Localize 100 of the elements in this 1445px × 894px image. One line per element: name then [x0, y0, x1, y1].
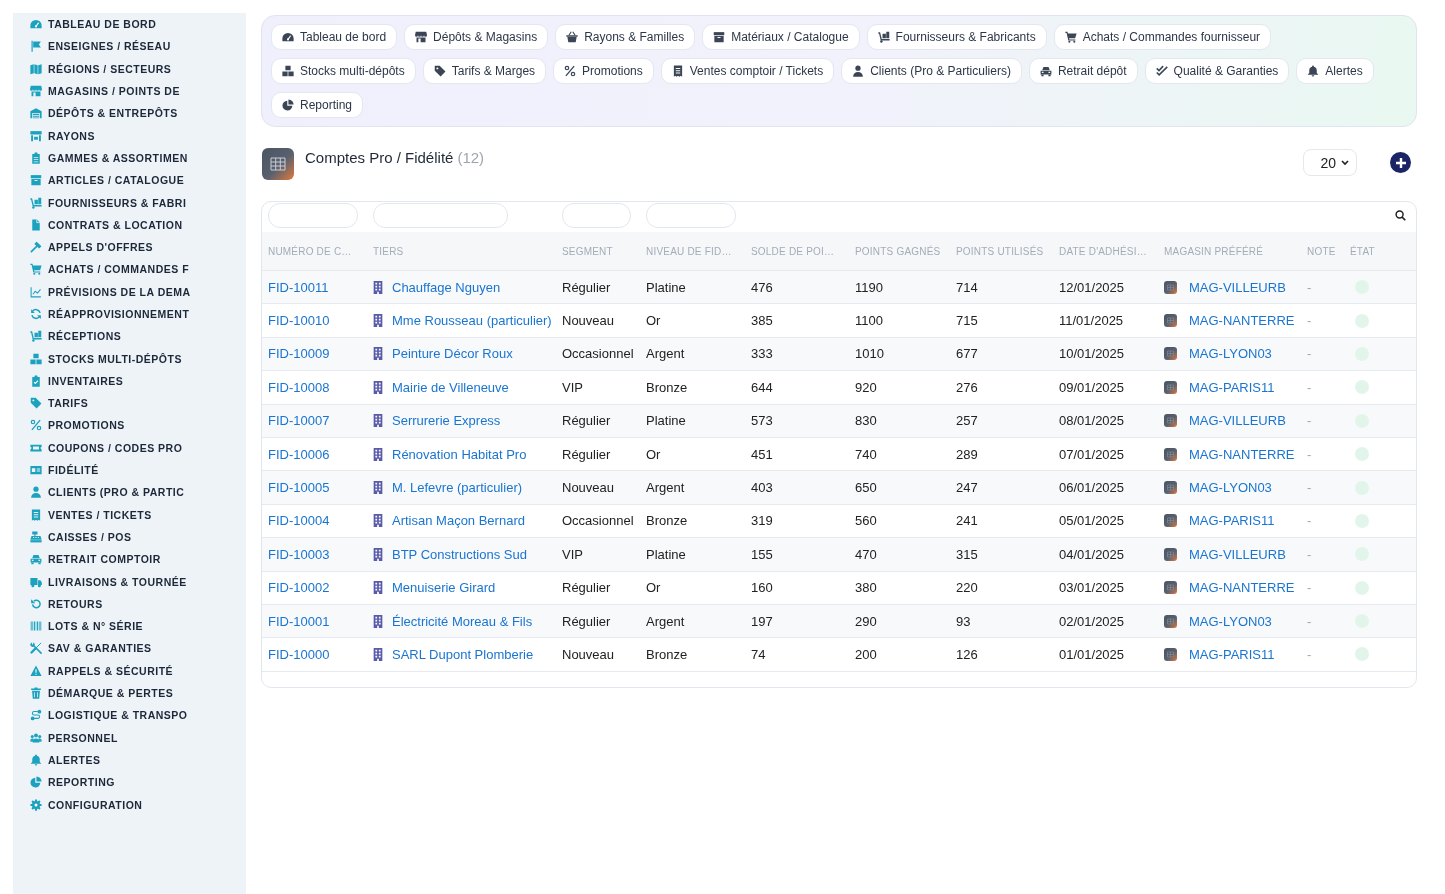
- menu-chip[interactable]: Dépôts & Magasins: [404, 24, 549, 50]
- sidebar-item[interactable]: CLIENTS (PRO & PARTIC: [30, 481, 185, 504]
- search-icon[interactable]: [1395, 210, 1406, 221]
- client-link[interactable]: Chauffage Nguyen: [392, 279, 501, 295]
- sidebar-item[interactable]: RAYONS: [30, 124, 95, 147]
- store-link[interactable]: MAG-PARIS11: [1189, 379, 1275, 395]
- user-icon: [852, 65, 865, 77]
- menu-chip[interactable]: Fournisseurs & Fabricants: [866, 24, 1047, 50]
- page-size-select[interactable]: 20: [1303, 149, 1357, 176]
- sidebar-item[interactable]: COUPONS / CODES PRO: [30, 436, 183, 459]
- sidebar-item[interactable]: PERSONNEL: [30, 726, 118, 749]
- store-link[interactable]: MAG-LYON03: [1189, 346, 1272, 362]
- menu-chip[interactable]: Tableau de bord: [271, 24, 398, 50]
- sidebar-item[interactable]: CONTRATS & LOCATION: [30, 213, 183, 236]
- record-link[interactable]: FID-10007: [268, 413, 330, 429]
- client-link[interactable]: M. Lefevre (particulier): [392, 480, 523, 496]
- sidebar-item[interactable]: CAISSES / POS: [30, 525, 132, 549]
- sidebar-item[interactable]: PROMOTIONS: [30, 414, 125, 437]
- record-link[interactable]: FID-10002: [268, 580, 330, 596]
- sidebar-item[interactable]: MAGASINS / POINTS DE: [30, 79, 180, 103]
- menu-chip[interactable]: Clients (Pro & Particuliers): [841, 58, 1022, 84]
- record-link[interactable]: FID-10011: [268, 279, 329, 295]
- sidebar-item[interactable]: SAV & GARANTIES: [30, 637, 152, 660]
- sidebar-item[interactable]: GAMMES & ASSORTIMEN: [30, 146, 188, 170]
- record-link[interactable]: FID-10003: [268, 546, 330, 562]
- menu-chip[interactable]: Alertes: [1296, 58, 1374, 84]
- status-dot-icon: [1355, 447, 1369, 462]
- filter-field[interactable]: [268, 203, 358, 228]
- record-link[interactable]: FID-10005: [268, 480, 330, 496]
- client-link[interactable]: Peinture Décor Roux: [392, 346, 513, 362]
- store-thumbnail-icon: [1164, 414, 1177, 428]
- store-link[interactable]: MAG-PARIS11: [1189, 647, 1275, 662]
- sidebar-item[interactable]: ARTICLES / CATALOGUE: [30, 169, 185, 192]
- store-link[interactable]: MAG-LYON03: [1189, 480, 1272, 496]
- store-link[interactable]: MAG-LYON03: [1189, 613, 1272, 629]
- client-link[interactable]: Artisan Maçon Bernard: [392, 513, 525, 529]
- store-link[interactable]: MAG-NANTERRE: [1189, 446, 1295, 462]
- sidebar-item[interactable]: RÉCEPTIONS: [30, 325, 122, 348]
- record-link[interactable]: FID-10008: [268, 379, 330, 395]
- sidebar-item[interactable]: REPORTING: [30, 771, 115, 794]
- sidebar-item[interactable]: CONFIGURATION: [30, 793, 143, 816]
- record-link[interactable]: FID-10001: [268, 613, 330, 629]
- sidebar-item[interactable]: DÉPÔTS & ENTREPÔTS: [30, 102, 178, 125]
- store-link[interactable]: MAG-VILLEURB: [1189, 279, 1286, 295]
- record-link[interactable]: FID-10010: [268, 313, 330, 329]
- sidebar-item[interactable]: LIVRAISONS & TOURNÉE: [30, 570, 187, 593]
- store-link[interactable]: MAG-VILLEURB: [1189, 413, 1286, 429]
- sidebar-item[interactable]: ALERTES: [30, 748, 101, 772]
- sidebar-item[interactable]: RETOURS: [30, 592, 103, 615]
- menu-chip[interactable]: Retrait dépôt: [1028, 58, 1138, 84]
- menu-chip[interactable]: Qualité & Garanties: [1144, 58, 1290, 84]
- client-link[interactable]: Mairie de Villeneuve: [392, 379, 509, 395]
- sidebar-item[interactable]: VENTES / TICKETS: [30, 503, 152, 526]
- store-link[interactable]: MAG-VILLEURB: [1189, 546, 1286, 562]
- sidebar-item[interactable]: ACHATS / COMMANDES F: [30, 258, 190, 281]
- record-link[interactable]: FID-10009: [268, 346, 330, 362]
- client-link[interactable]: Rénovation Habitat Pro: [392, 446, 527, 462]
- sidebar-item[interactable]: RÉAPPROVISIONNEMENT: [30, 302, 190, 326]
- sidebar-item[interactable]: APPELS D'OFFRES: [30, 235, 154, 259]
- menu-chip[interactable]: Stocks multi-dépôts: [271, 58, 416, 84]
- menu-chip[interactable]: Matériaux / Catalogue: [702, 24, 860, 50]
- client-link[interactable]: Électricité Moreau & Fils: [392, 613, 533, 629]
- table-cell: 1100: [855, 313, 883, 329]
- sidebar-item[interactable]: RAPPELS & SÉCURITÉ: [30, 659, 174, 682]
- record-link[interactable]: FID-10006: [268, 446, 330, 462]
- store-link[interactable]: MAG-NANTERRE: [1189, 580, 1295, 596]
- sidebar-item[interactable]: ENSEIGNES / RÉSEAU: [30, 35, 171, 58]
- menu-chip[interactable]: Reporting: [271, 92, 364, 118]
- sidebar-item[interactable]: PRÉVISIONS DE LA DEMA: [30, 280, 191, 303]
- client-link[interactable]: Mme Rousseau (particulier): [392, 313, 552, 329]
- sidebar-item[interactable]: STOCKS MULTI-DÉPÔTS: [30, 347, 182, 370]
- sidebar-item[interactable]: RÉGIONS / SECTEURS: [30, 57, 172, 80]
- menu-chip[interactable]: Rayons & Familles: [555, 24, 696, 50]
- client-link[interactable]: SARL Dupont Plomberie: [392, 647, 534, 662]
- sidebar-item[interactable]: TABLEAU DE BORD: [30, 13, 157, 36]
- sidebar-item[interactable]: INVENTAIRES: [30, 369, 124, 393]
- sidebar-item[interactable]: DÉMARQUE & PERTES: [30, 681, 174, 705]
- store-link[interactable]: MAG-PARIS11: [1189, 513, 1275, 529]
- menu-chip[interactable]: Achats / Commandes fournisseur: [1053, 24, 1272, 50]
- record-link[interactable]: FID-10004: [268, 513, 330, 529]
- sidebar-item[interactable]: RETRAIT COMPTOIR: [30, 548, 161, 571]
- sidebar-item[interactable]: FOURNISSEURS & FABRI: [30, 191, 187, 214]
- sidebar-item[interactable]: FIDÉLITÉ: [30, 458, 99, 482]
- sidebar-item[interactable]: TARIFS: [30, 392, 89, 415]
- record-link[interactable]: FID-10000: [268, 647, 330, 662]
- sidebar-item[interactable]: LOGISTIQUE & TRANSPO: [30, 704, 188, 727]
- client-link[interactable]: Menuiserie Girard: [392, 580, 496, 596]
- client-link[interactable]: Serrurerie Express: [392, 413, 501, 429]
- menu-chip[interactable]: Tarifs & Marges: [422, 58, 547, 84]
- table-cell: 11/01/2025: [1059, 313, 1124, 329]
- column-header: NOTE: [1307, 245, 1336, 257]
- store-link[interactable]: MAG-NANTERRE: [1189, 313, 1295, 329]
- add-button[interactable]: [1390, 152, 1411, 173]
- menu-chip[interactable]: Ventes comptoir / Tickets: [660, 58, 835, 84]
- filter-field[interactable]: [373, 203, 508, 228]
- filter-field[interactable]: [646, 203, 736, 228]
- filter-field[interactable]: [562, 203, 631, 228]
- client-link[interactable]: BTP Constructions Sud: [392, 546, 527, 562]
- sidebar-item[interactable]: LOTS & N° SÉRIE: [30, 615, 144, 638]
- menu-chip[interactable]: Promotions: [553, 58, 654, 84]
